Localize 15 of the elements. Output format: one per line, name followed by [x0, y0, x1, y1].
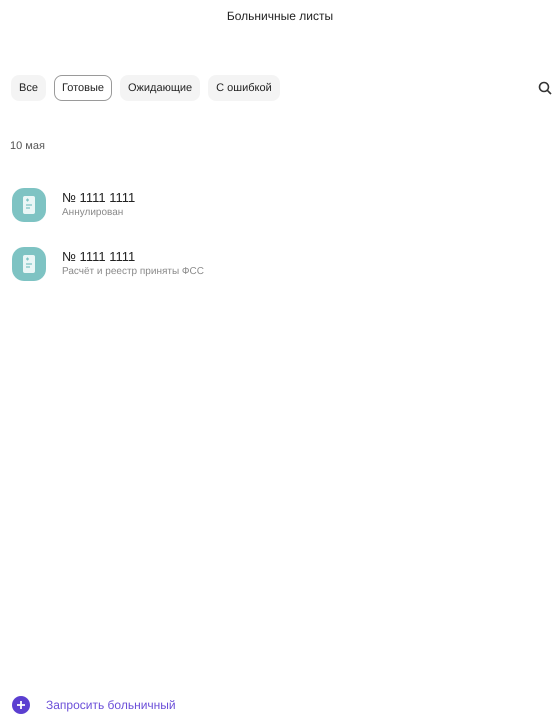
filter-chip[interactable]: Готовые	[54, 75, 112, 101]
request-sick-leave-link[interactable]: Запросить больничный	[12, 694, 176, 716]
filter-chip[interactable]: Все	[11, 75, 46, 101]
filter-chip[interactable]: Ожидающие	[120, 75, 200, 101]
sick-leave-number[interactable]: № 1111 1111	[62, 189, 136, 206]
filter-chip[interactable]: С ошибкой	[208, 75, 280, 101]
plus-icon	[12, 696, 30, 714]
sick-leave-status: Расчёт и реестр приняты ФСС	[62, 265, 204, 279]
page-title: Больничные листы	[226, 8, 334, 25]
search-icon[interactable]	[538, 81, 552, 95]
document-icon	[12, 188, 46, 222]
document-icon	[12, 246, 46, 280]
date-heading: 10 мая	[10, 139, 46, 154]
sick-leave-status: Аннулирован	[62, 206, 124, 220]
sick-leave-number[interactable]: № 1111 1111	[62, 248, 204, 265]
